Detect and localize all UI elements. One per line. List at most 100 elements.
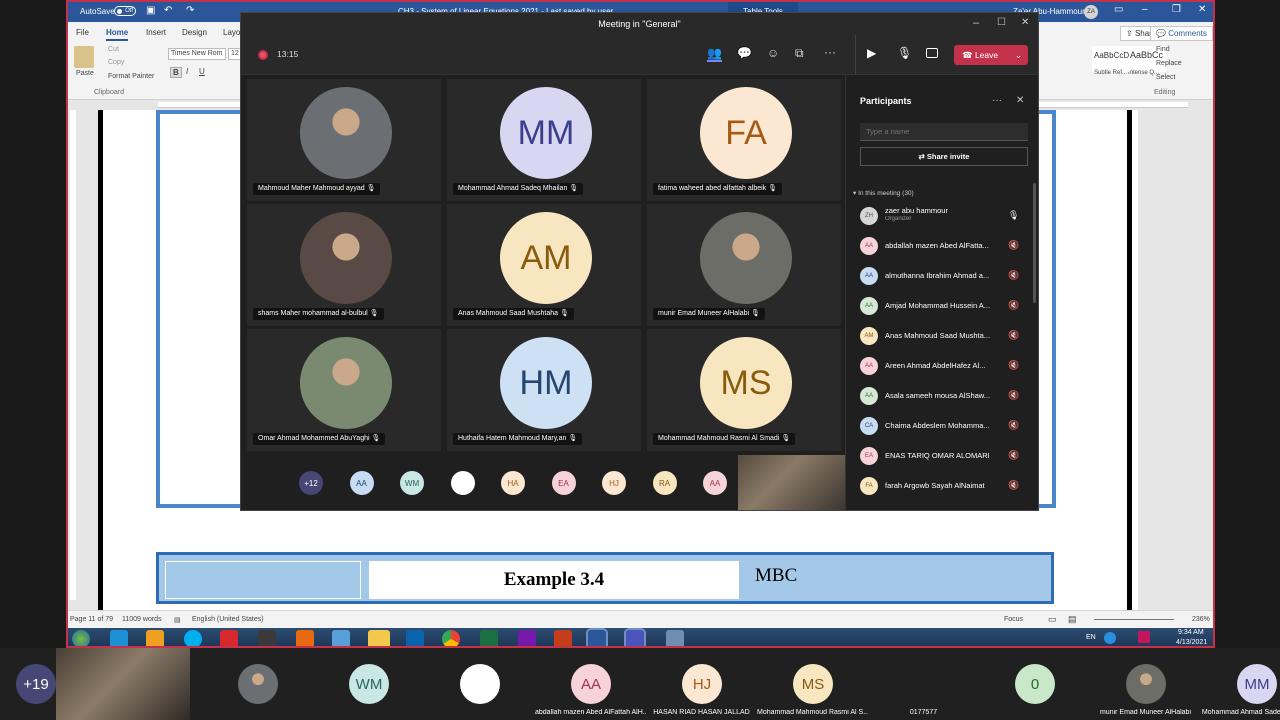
save-icon[interactable]: ▣ [146, 5, 155, 16]
participant-row[interactable]: ZH zaer abu hammour Organizer 🎙 [846, 201, 1026, 231]
outer-participant-tile[interactable]: AA abdallah mazen Abed AlFattah AlH... [535, 648, 646, 720]
user-avatar[interactable]: ZA [1084, 5, 1098, 19]
paste-button[interactable]: Paste [76, 70, 94, 77]
replace-button[interactable]: Replace [1156, 60, 1182, 67]
participant-search-input[interactable] [860, 123, 1028, 141]
restore-icon[interactable]: ❐ [1172, 4, 1181, 15]
find-button[interactable]: Find [1156, 46, 1170, 53]
close-icon[interactable]: ✕ [1021, 17, 1029, 28]
focus-button[interactable]: Focus [1004, 616, 1023, 623]
participant-row[interactable]: AA abdallah mazen Abed AlFatta... 🔇 [846, 231, 1026, 261]
close-icon[interactable]: ✕ [1198, 4, 1206, 15]
tab-file[interactable]: File [76, 28, 89, 37]
maximize-icon[interactable]: ☐ [997, 17, 1006, 28]
participant-row[interactable]: AA Areen Ahmad AbdelHafez Al... 🔇 [846, 351, 1026, 381]
excel-icon[interactable] [480, 630, 498, 646]
more-actions-icon[interactable]: ··· [824, 45, 836, 59]
tab-design[interactable]: Design [182, 28, 207, 37]
video-tile[interactable]: FA fatima waheed abed alfattah albeik 🎙 [647, 79, 841, 201]
rooms-icon[interactable]: ⧉ [795, 46, 804, 61]
outer-participant-tile[interactable]: MS Mohammad Mahmoud Rasmi Al S... [757, 648, 868, 720]
comments-button[interactable]: 💬 Comments [1150, 26, 1213, 41]
strip-avatar[interactable]: HJ [602, 471, 626, 495]
video-tile[interactable]: MS Mohammad Mahmoud Rasmi Al Smadi 🎙 [647, 329, 841, 451]
strip-avatar[interactable]: AA [349, 471, 374, 495]
zoom-slider[interactable] [1094, 619, 1174, 620]
zoom-level[interactable]: 236% [1192, 616, 1210, 623]
participant-row[interactable]: AA Amjad Mohammad Hussein A... 🔇 [846, 291, 1026, 321]
video-tile[interactable]: munir Emad Muneer AlHalabi 🎙 [647, 204, 841, 326]
outer-participant-tile[interactable]: 0 [979, 648, 1090, 720]
participant-row[interactable]: CA Chaima Abdeslem Mohamma... 🔇 [846, 411, 1026, 441]
start-icon[interactable] [72, 630, 90, 646]
style-subtle-ref[interactable]: AaBbCcD [1092, 46, 1130, 72]
italic-button[interactable]: I [186, 67, 188, 76]
participant-row[interactable]: EA ENAS TARIQ OMAR ALOMARI 🔇 [846, 441, 1026, 471]
help-tray-icon[interactable] [1104, 632, 1116, 644]
strip-avatar[interactable]: RA [652, 471, 677, 495]
reactions-icon[interactable]: ☺ [767, 46, 779, 60]
share-screen-icon[interactable] [926, 48, 938, 58]
chrome-icon[interactable] [442, 630, 460, 646]
language-status[interactable]: English (United States) [192, 616, 264, 623]
bold-button[interactable]: B [170, 67, 182, 78]
video-tile[interactable]: MM Mohammad Ahmad Sadeq Mhailan 🎙 [447, 79, 641, 201]
video-tile[interactable]: shams Maher mohammad al-bulbul 🎙 [247, 204, 441, 326]
print-layout-icon[interactable]: ▤ [1068, 614, 1077, 625]
video-tile[interactable]: AM Anas Mahmoud Saad Mushtaha 🎙 [447, 204, 641, 326]
onenote-icon[interactable] [518, 630, 536, 646]
ie-icon[interactable] [110, 630, 128, 646]
outer-participant-tile[interactable]: 0177577 [868, 648, 979, 720]
participant-row[interactable]: AA almuthanna Ibrahim Ahmad a... 🔇 [846, 261, 1026, 291]
microphone-icon[interactable]: 🎙 [897, 46, 912, 60]
camera-icon[interactable]: ▶ [867, 46, 876, 60]
word-icon[interactable] [586, 628, 608, 646]
read-mode-icon[interactable]: ▭ [1048, 614, 1057, 625]
keyboard-language[interactable]: EN [1086, 634, 1096, 641]
outer-participant-tile[interactable]: WM [313, 648, 424, 720]
chevron-down-icon[interactable]: ⌄ [1015, 45, 1022, 65]
ribbon-display-icon[interactable]: ▭ [1114, 4, 1123, 15]
media-player-icon[interactable] [146, 630, 164, 646]
example-title[interactable]: Example 3.4 [369, 561, 739, 599]
paste-icon[interactable] [74, 46, 94, 68]
tray-app-icon[interactable] [1138, 631, 1150, 643]
video-app-icon[interactable] [258, 630, 276, 646]
powerpoint-icon[interactable] [554, 630, 572, 646]
page-count[interactable]: Page 11 of 79 [70, 616, 113, 623]
panel-more-icon[interactable]: ··· [992, 95, 1002, 106]
outer-participant-tile[interactable] [424, 648, 535, 720]
file-explorer-icon[interactable] [368, 630, 390, 646]
proofing-icon[interactable]: ▤ [174, 616, 181, 624]
redo-icon[interactable]: ↷ [186, 5, 194, 16]
participants-icon[interactable]: 👥 [707, 46, 722, 62]
more-participants-badge[interactable]: +12 [299, 471, 323, 495]
strip-avatar[interactable]: WM [400, 471, 424, 495]
undo-icon[interactable]: ↶ [164, 5, 172, 16]
participant-row[interactable]: FA farah Argowb Sayah AlNaimat 🔇 [846, 471, 1026, 501]
example-right-cell[interactable]: MBC [745, 561, 1047, 599]
clock-date[interactable]: 4/13/2021 [1176, 639, 1207, 646]
clock-time[interactable]: 9:34 AM [1178, 629, 1204, 636]
minimize-icon[interactable]: – [1142, 4, 1148, 15]
strip-avatar[interactable]: EA [551, 471, 576, 495]
minimize-icon[interactable]: – [973, 17, 979, 29]
outer-participant-tile[interactable]: MM Mohammad Ahmad Sadeq Mhailan [1201, 648, 1280, 720]
share-invite-button[interactable]: ⇄ Share invite [860, 147, 1028, 166]
strip-avatar[interactable]: HA [501, 471, 525, 495]
panel-close-icon[interactable]: ✕ [1016, 95, 1024, 106]
font-name-select[interactable]: Times New Rom [168, 48, 226, 60]
word-count[interactable]: 11009 words [122, 616, 162, 623]
outer-participant-tile[interactable] [202, 648, 313, 720]
matlab-icon[interactable] [296, 630, 314, 646]
leave-button[interactable]: ☎ Leave ⌄ [954, 45, 1028, 65]
strip-avatar[interactable] [450, 471, 475, 495]
copy-button[interactable]: Copy [108, 59, 124, 66]
outlook-icon[interactable] [406, 630, 424, 646]
tab-home[interactable]: Home [106, 28, 129, 41]
teams-icon[interactable] [624, 628, 646, 646]
format-painter-button[interactable]: Format Painter [108, 73, 154, 80]
swf-icon[interactable] [220, 630, 238, 646]
video-tile[interactable]: Mahmoud Maher Mahmoud ayyad 🎙 [247, 79, 441, 201]
select-button[interactable]: Select [1156, 74, 1175, 81]
